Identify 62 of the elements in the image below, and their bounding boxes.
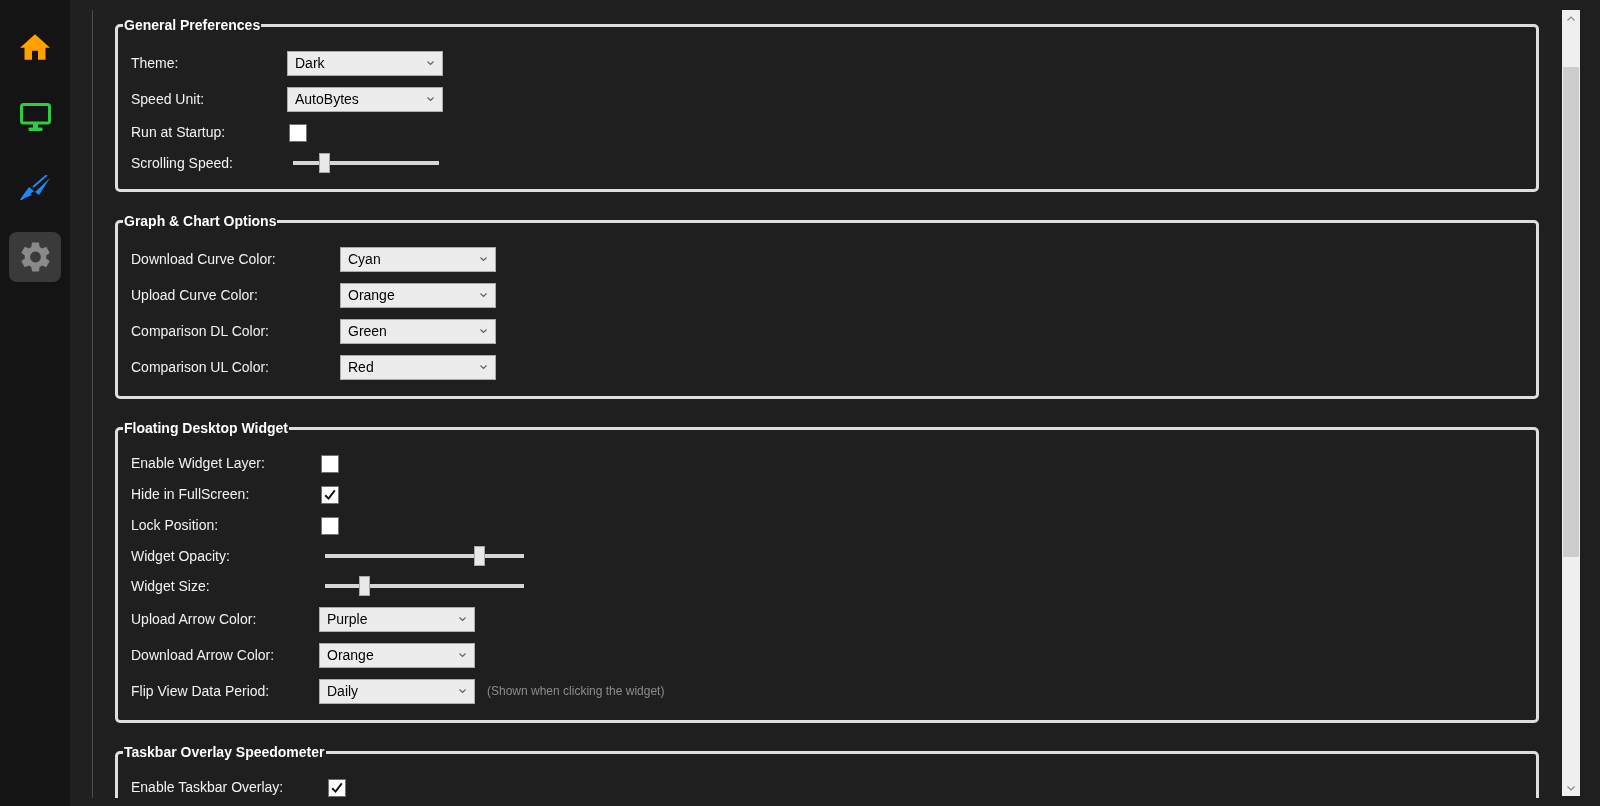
setting-label: Download Curve Color: xyxy=(131,249,277,269)
setting-label: Run at Startup: xyxy=(131,123,227,142)
setting-label: Speed Unit: xyxy=(131,89,206,109)
checkbox[interactable] xyxy=(289,123,307,142)
setting-label: Flip View Data Period: xyxy=(131,681,271,701)
dropdown[interactable]: Daily xyxy=(319,678,475,704)
slider[interactable] xyxy=(325,576,524,596)
setting-label: Hide in FullScreen: xyxy=(131,485,251,504)
caret-icon xyxy=(480,257,487,261)
checkmark-icon xyxy=(331,782,343,793)
setting-label: Theme: xyxy=(131,53,180,73)
setting-label: Download Arrow Color: xyxy=(131,645,276,665)
checkmark-icon xyxy=(324,489,336,500)
home-icon xyxy=(20,34,50,60)
dropdown[interactable]: Orange xyxy=(319,642,475,668)
caret-icon xyxy=(459,689,466,693)
double-arrow-icon xyxy=(20,174,50,200)
scrollbar[interactable] xyxy=(1562,10,1580,796)
nav-button[interactable] xyxy=(9,232,61,282)
checkbox[interactable] xyxy=(321,454,339,473)
setting-label: Widget Opacity: xyxy=(131,546,231,566)
setting-label: Enable Widget Layer: xyxy=(131,454,266,473)
setting-label: Comparison DL Color: xyxy=(131,321,270,341)
dropdown[interactable]: Orange xyxy=(340,282,496,308)
dropdown[interactable]: Red xyxy=(340,354,496,380)
dropdown[interactable]: Purple xyxy=(319,606,475,632)
gear-icon xyxy=(20,242,50,272)
dropdown[interactable]: Cyan xyxy=(340,246,496,272)
monitor-icon xyxy=(19,103,51,131)
checkbox[interactable] xyxy=(321,485,339,504)
setting-label: Scrolling Speed: xyxy=(131,153,234,173)
hint-text: (Shown when clicking the widget) xyxy=(487,683,665,700)
caret-icon xyxy=(427,61,434,65)
setting-label: Comparison UL Color: xyxy=(131,357,270,377)
slider-thumb[interactable] xyxy=(358,576,370,596)
slider[interactable] xyxy=(293,153,439,173)
slider[interactable] xyxy=(325,546,524,566)
setting-label: Upload Curve Color: xyxy=(131,285,259,305)
checkbox[interactable] xyxy=(328,778,346,797)
chevron-down-icon xyxy=(1567,785,1575,791)
caret-icon xyxy=(427,97,434,101)
caret-icon xyxy=(459,617,466,621)
caret-icon xyxy=(480,365,487,369)
dropdown[interactable]: Green xyxy=(340,318,496,344)
caret-icon xyxy=(480,293,487,297)
group-title: Graph & Chart Options xyxy=(123,212,278,230)
scroll-thumb[interactable] xyxy=(1563,67,1579,557)
caret-icon xyxy=(459,653,466,657)
chevron-up-icon xyxy=(1567,15,1575,21)
group-title: Taskbar Overlay Speedometer xyxy=(123,743,326,761)
checkbox[interactable] xyxy=(321,516,339,535)
dropdown[interactable]: Dark xyxy=(287,50,443,76)
group-title: Floating Desktop Widget xyxy=(123,419,289,437)
caret-icon xyxy=(480,329,487,333)
setting-label: Upload Arrow Color: xyxy=(131,609,258,629)
slider-thumb[interactable] xyxy=(318,153,330,173)
slider-thumb[interactable] xyxy=(473,546,485,566)
setting-label: Lock Position: xyxy=(131,516,220,535)
group-title: General Preferences xyxy=(123,16,262,34)
dropdown[interactable]: AutoBytes xyxy=(287,86,443,112)
setting-label: Enable Taskbar Overlay: xyxy=(131,778,285,797)
setting-label: Widget Size: xyxy=(131,576,211,596)
